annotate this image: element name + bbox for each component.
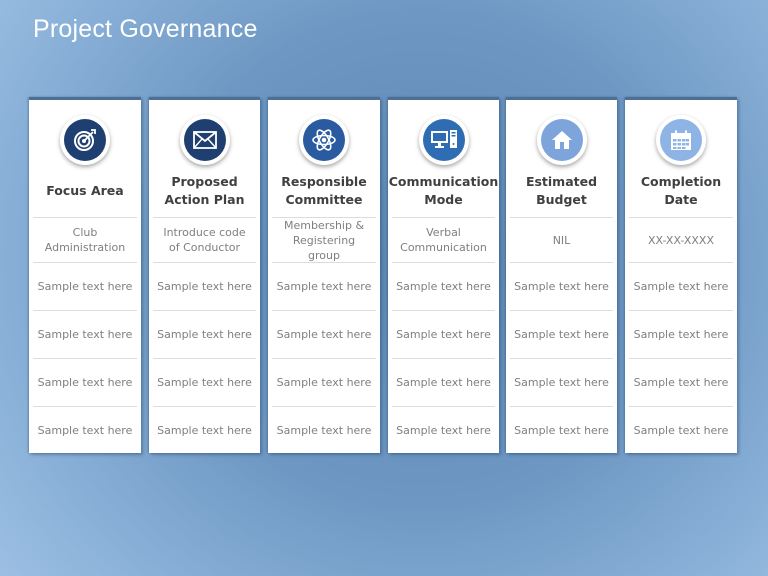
column-value: XX-XX-XXXX xyxy=(629,218,733,263)
table-cell: Sample text here xyxy=(33,263,137,311)
target-icon xyxy=(64,119,106,161)
home-icon xyxy=(540,119,583,161)
table-cell: Sample text here xyxy=(157,424,252,437)
column-value: Introduce code of Conductor xyxy=(153,218,256,263)
table-cell: Sample text here xyxy=(392,359,495,407)
column-header: Completion Date xyxy=(629,100,733,218)
table-cell: Sample text here xyxy=(153,359,256,407)
table-cell: Sample text here xyxy=(510,359,613,407)
column-card: Proposed Action Plan Introduce code of Co… xyxy=(149,97,260,453)
table-cell: Sample text here xyxy=(392,311,495,359)
icon-badge xyxy=(299,115,349,165)
column-heading: Completion Date xyxy=(640,174,722,207)
calendar-icon xyxy=(660,119,702,161)
column-header: Proposed Action Plan xyxy=(153,100,256,218)
column-header: Focus Area xyxy=(33,100,137,218)
table-cell: Sample text here xyxy=(153,311,256,359)
table-cell: Sample text here xyxy=(272,311,376,359)
column-header: Responsible Committee xyxy=(272,100,376,218)
column-heading: Focus Area xyxy=(46,183,124,198)
table-cell: Sample text here xyxy=(510,263,613,311)
table-cell: Sample text here xyxy=(633,424,729,437)
icon-badge xyxy=(656,115,706,165)
column-heading: Proposed Action Plan xyxy=(164,174,245,207)
atom-icon xyxy=(303,119,345,161)
table-cell: Sample text here xyxy=(396,424,491,437)
table-cell: Sample text here xyxy=(510,311,613,359)
table-cell: Sample text here xyxy=(153,263,256,311)
computer-icon xyxy=(422,119,465,161)
table-cell: Sample text here xyxy=(392,263,495,311)
icon-badge xyxy=(418,115,469,165)
icon-badge xyxy=(179,115,230,165)
column-value: NIL xyxy=(510,218,613,263)
column-card: Focus Area Club Administration Sample text… xyxy=(29,97,141,453)
table-cell: Sample text here xyxy=(514,424,609,437)
table-cell: Sample text here xyxy=(629,359,733,407)
column-card: Completion Date XX-XX-XXXX Sample text her… xyxy=(625,97,737,453)
table-cell: Sample text here xyxy=(33,359,137,407)
table-cell: Sample text here xyxy=(629,311,733,359)
column-heading: Responsible Committee xyxy=(281,174,367,207)
table-cell: Sample text here xyxy=(33,311,137,359)
column-header: Communication Mode xyxy=(388,100,499,218)
envelope-icon xyxy=(183,119,226,161)
column-value: Membership & Registering group xyxy=(272,218,376,263)
column-card: Estimated Budget NIL Sample text here Sampl… xyxy=(506,97,617,453)
table-cell: Sample text here xyxy=(629,263,733,311)
icon-badge xyxy=(60,115,110,165)
column-card: Communication Mode Verbal Communication Sa… xyxy=(388,97,499,453)
column-heading: Estimated Budget xyxy=(525,174,598,207)
column-card: Responsible Committee Membership & Regist… xyxy=(268,97,380,453)
page-title: Project Governance xyxy=(33,15,258,43)
column-heading: Communication Mode xyxy=(388,174,499,207)
column-header: Estimated Budget xyxy=(510,100,613,218)
column-value: Verbal Communication xyxy=(392,218,495,263)
icon-badge xyxy=(536,115,587,165)
table-cell: Sample text here xyxy=(272,359,376,407)
table-cell: Sample text here xyxy=(37,424,133,437)
table-cell: Sample text here xyxy=(272,263,376,311)
table-cell: Sample text here xyxy=(276,424,372,437)
column-value: Club Administration xyxy=(33,218,137,263)
